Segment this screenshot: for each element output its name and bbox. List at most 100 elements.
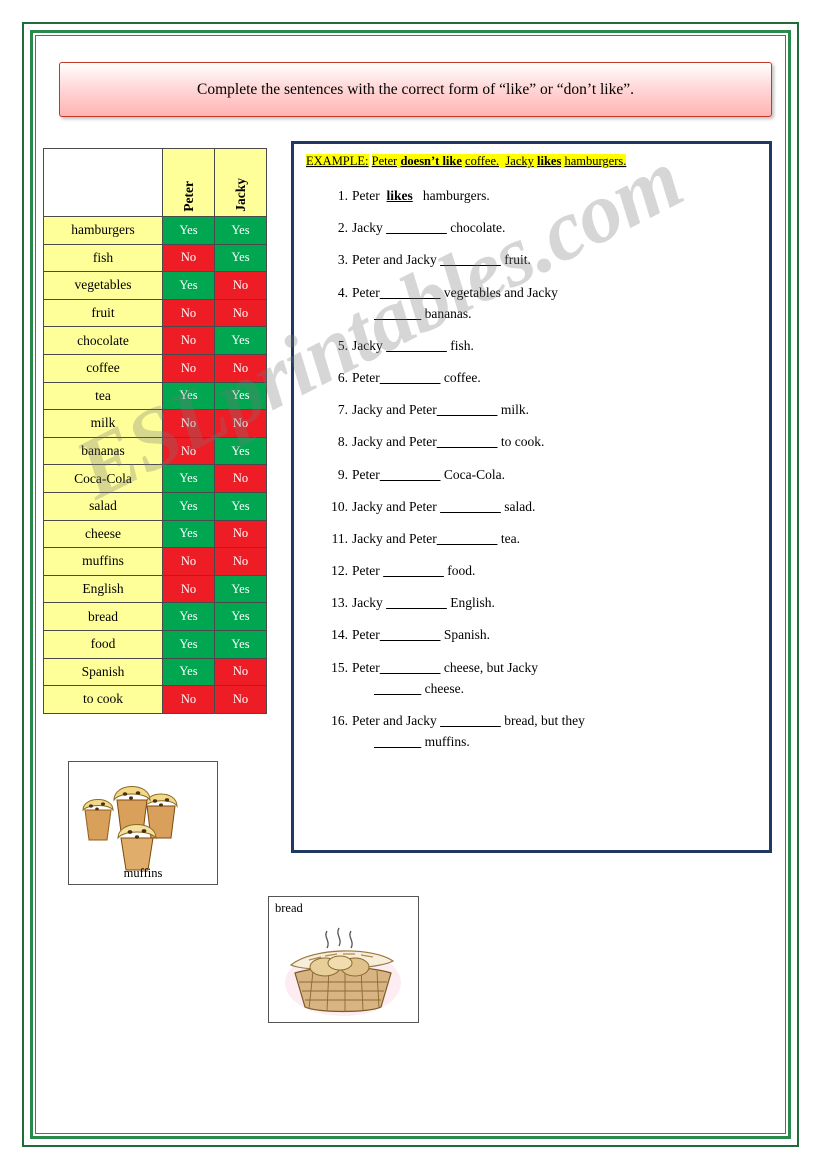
question-item: Peter and Jacky bread, but they muffins. xyxy=(330,711,782,751)
table-header-jacky: Jacky xyxy=(214,148,267,217)
table-header-jacky-label: Jacky xyxy=(232,178,248,212)
question-item: Jacky and Peter tea. xyxy=(330,529,782,548)
answer-blank[interactable] xyxy=(440,713,501,728)
bread-image-card: bread xyxy=(268,896,419,1023)
table-row: cheese Yes No xyxy=(43,519,267,549)
answer-blank[interactable] xyxy=(440,252,501,267)
question-suffix: cheese, but Jacky xyxy=(440,659,538,675)
answer-blank[interactable] xyxy=(386,338,447,353)
answer-blank[interactable] xyxy=(380,627,441,642)
question-suffix: hamburgers. xyxy=(419,188,490,203)
answer-blank[interactable] xyxy=(386,595,447,610)
table-cell-item: muffins xyxy=(43,547,163,576)
answer-blank[interactable] xyxy=(380,467,441,482)
table-row: hamburgers Yes Yes xyxy=(43,216,267,245)
example-line: EXAMPLE: Peter doesn’t like coffee. Jack… xyxy=(306,154,627,169)
muffins-caption: muffins xyxy=(123,866,163,880)
answer-blank[interactable] xyxy=(374,681,421,696)
answer-blank[interactable] xyxy=(380,285,441,300)
table-cell-peter: No xyxy=(162,436,215,466)
table-cell-item: chocolate xyxy=(43,326,163,355)
bread-caption: bread xyxy=(275,901,303,915)
answer-blank[interactable] xyxy=(383,563,444,578)
worksheet-title: Complete the sentences with the correct … xyxy=(197,80,634,98)
answer-blank[interactable] xyxy=(437,434,498,449)
table-row: Coca-Cola Yes No xyxy=(43,464,267,493)
table-cell-peter: Yes xyxy=(162,519,215,549)
table-cell-jacky: No xyxy=(214,271,267,300)
answer-blank[interactable] xyxy=(386,220,447,235)
table-cell-item: food xyxy=(43,629,163,659)
bread-basket-icon xyxy=(285,927,401,1016)
table-cell-jacky: Yes xyxy=(214,216,267,245)
example-subject-2: Jacky xyxy=(505,154,534,168)
table-cell-peter: No xyxy=(162,409,215,438)
question-item: Peter Spanish. xyxy=(330,625,782,644)
table-cell-item: fruit xyxy=(43,298,163,328)
table-cell-jacky: Yes xyxy=(214,602,267,631)
question-prefix: Jacky xyxy=(352,595,387,611)
table-cell-jacky: No xyxy=(214,519,267,549)
table-cell-peter: Yes xyxy=(162,602,215,631)
table-cell-peter: Yes xyxy=(162,657,215,687)
table-cell-jacky: No xyxy=(214,464,267,493)
table-cell-jacky: No xyxy=(214,298,267,328)
table-cell-peter: No xyxy=(162,547,215,576)
question-suffix: vegetables and Jacky xyxy=(440,284,558,300)
table-row: tea Yes Yes xyxy=(43,381,267,411)
answer-blank[interactable] xyxy=(380,660,441,675)
question-second-line: cheese. xyxy=(374,679,782,698)
question-item: Peter Coca-Cola. xyxy=(330,465,782,484)
table-cell-jacky: Yes xyxy=(214,574,267,604)
question-second-line: muffins. xyxy=(374,732,782,751)
question-suffix: food. xyxy=(443,563,476,579)
question-item: Jacky English. xyxy=(330,593,782,612)
question-suffix: fish. xyxy=(446,337,474,353)
table-cell-peter: Yes xyxy=(162,491,215,521)
table-cell-item: tea xyxy=(43,381,163,411)
question-item: Peter likes hamburgers. xyxy=(330,186,782,205)
question-prefix: Peter and Jacky xyxy=(352,252,441,268)
table-cell-jacky: Yes xyxy=(214,243,267,273)
question-item: Jacky and Peter salad. xyxy=(330,497,782,516)
question-prefix: Peter and Jacky xyxy=(352,712,441,728)
table-cell-peter: Yes xyxy=(162,216,215,245)
table-row: chocolate No Yes xyxy=(43,326,267,355)
question-prefix: Jacky xyxy=(352,220,387,236)
answer-blank[interactable] xyxy=(380,370,441,385)
table-cell-item: salad xyxy=(43,491,163,521)
answer-blank[interactable] xyxy=(440,499,501,514)
table-row: to cook No No xyxy=(43,685,267,714)
question-suffix: tea. xyxy=(497,530,520,546)
table-row: milk No No xyxy=(43,409,267,438)
answer-blank[interactable] xyxy=(374,306,421,321)
question-suffix: fruit. xyxy=(500,252,531,268)
table-header-peter-label: Peter xyxy=(180,181,196,212)
table-cell-jacky: Yes xyxy=(214,629,267,659)
table-row: muffins No No xyxy=(43,547,267,576)
table-cell-jacky: No xyxy=(214,409,267,438)
question-prefix: Jacky xyxy=(352,337,387,353)
table-cell-peter: No xyxy=(162,243,215,273)
table-row: fruit No No xyxy=(43,298,267,328)
question-suffix: English. xyxy=(446,595,495,611)
table-cell-peter: No xyxy=(162,326,215,355)
answer-blank[interactable] xyxy=(437,402,498,417)
question-prefix: Peter xyxy=(352,659,380,675)
answer-blank[interactable] xyxy=(374,734,421,749)
table-cell-jacky: Yes xyxy=(214,436,267,466)
question-suffix: Coca-Cola. xyxy=(440,466,505,482)
question-prefix: Jacky and Peter xyxy=(352,402,437,418)
question-prefix: Peter xyxy=(352,466,380,482)
question-suffix: coffee. xyxy=(440,369,481,385)
question-item: Jacky fish. xyxy=(330,336,782,355)
table-cell-item: fish xyxy=(43,243,163,273)
answer-blank[interactable] xyxy=(437,531,498,546)
table-cell-jacky: Yes xyxy=(214,381,267,411)
question-suffix: milk. xyxy=(497,402,529,418)
table-cell-jacky: Yes xyxy=(214,326,267,355)
question-prefix: Jacky and Peter xyxy=(352,498,441,514)
question-item: Jacky and Peter milk. xyxy=(330,400,782,419)
question-answer[interactable]: likes xyxy=(387,188,413,203)
question-list: Peter likes hamburgers. Jacky chocolate. P… xyxy=(330,186,782,764)
